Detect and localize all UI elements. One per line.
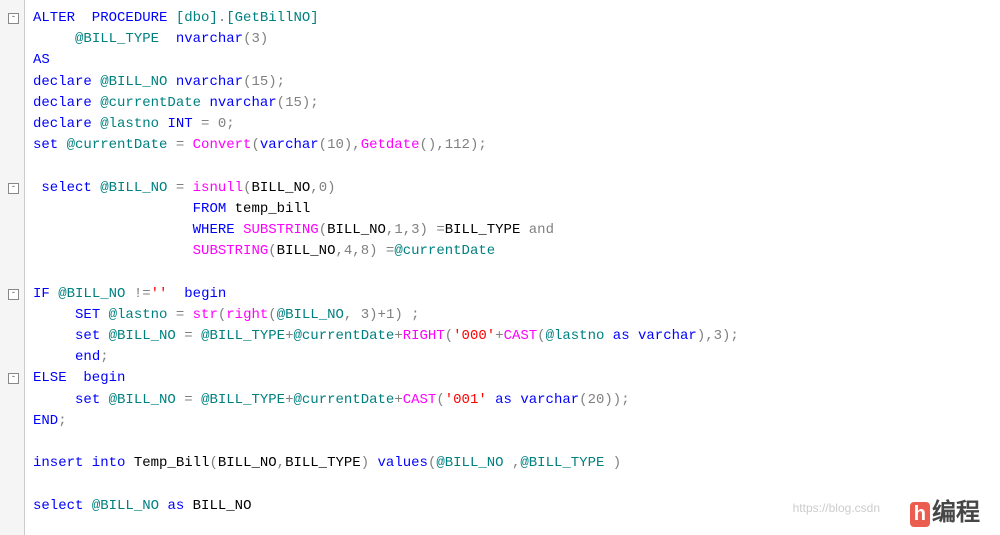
code-line[interactable]: @BILL_TYPE nvarchar(3) [33,29,739,50]
code-line[interactable]: select @BILL_NO = isnull(BILL_NO,0) [33,178,739,199]
code-line[interactable]: SET @lastno = str(right(@BILL_NO, 3)+1) … [33,305,739,326]
code-line[interactable]: END; [33,411,739,432]
code-line[interactable]: set @BILL_NO = @BILL_TYPE+@currentDate+C… [33,390,739,411]
code-line[interactable]: ELSE begin [33,368,739,389]
code-line[interactable] [33,474,739,495]
code-line[interactable] [33,262,739,283]
code-line[interactable]: SUBSTRING(BILL_NO,4,8) =@currentDate [33,241,739,262]
fold-toggle-icon[interactable]: - [8,13,19,24]
brand-text: 编程 [932,499,980,526]
code-line[interactable]: IF @BILL_NO !='' begin [33,284,739,305]
fold-toggle-icon[interactable]: - [8,183,19,194]
code-line[interactable]: AS [33,50,739,71]
code-line[interactable]: declare @BILL_NO nvarchar(15); [33,72,739,93]
code-line[interactable]: declare @currentDate nvarchar(15); [33,93,739,114]
code-line[interactable]: WHERE SUBSTRING(BILL_NO,1,3) =BILL_TYPE … [33,220,739,241]
fold-gutter: - - - - [0,0,25,535]
fold-toggle-icon[interactable]: - [8,289,19,300]
code-line[interactable]: set @BILL_NO = @BILL_TYPE+@currentDate+R… [33,326,739,347]
code-area[interactable]: ALTER PROCEDURE [dbo].[GetBillNO] @BILL_… [25,0,739,535]
brand-watermark: h编程 [910,502,980,527]
code-line[interactable]: ALTER PROCEDURE [dbo].[GetBillNO] [33,8,739,29]
code-line[interactable]: declare @lastno INT = 0; [33,114,739,135]
brand-logo-icon: h [910,502,930,527]
code-line[interactable]: insert into Temp_Bill(BILL_NO,BILL_TYPE)… [33,453,739,474]
fold-toggle-icon[interactable]: - [8,373,19,384]
code-line[interactable]: FROM temp_bill [33,199,739,220]
code-line[interactable] [33,156,739,177]
source-url-watermark: https://blog.csdn [793,498,880,519]
code-editor: - - - - ALTER PROCEDURE [dbo].[GetBillNO] @… [0,0,1000,535]
code-line[interactable]: end; [33,347,739,368]
code-line[interactable] [33,432,739,453]
code-line[interactable]: select @BILL_NO as BILL_NO [33,496,739,517]
code-line[interactable]: set @currentDate = Convert(varchar(10),G… [33,135,739,156]
